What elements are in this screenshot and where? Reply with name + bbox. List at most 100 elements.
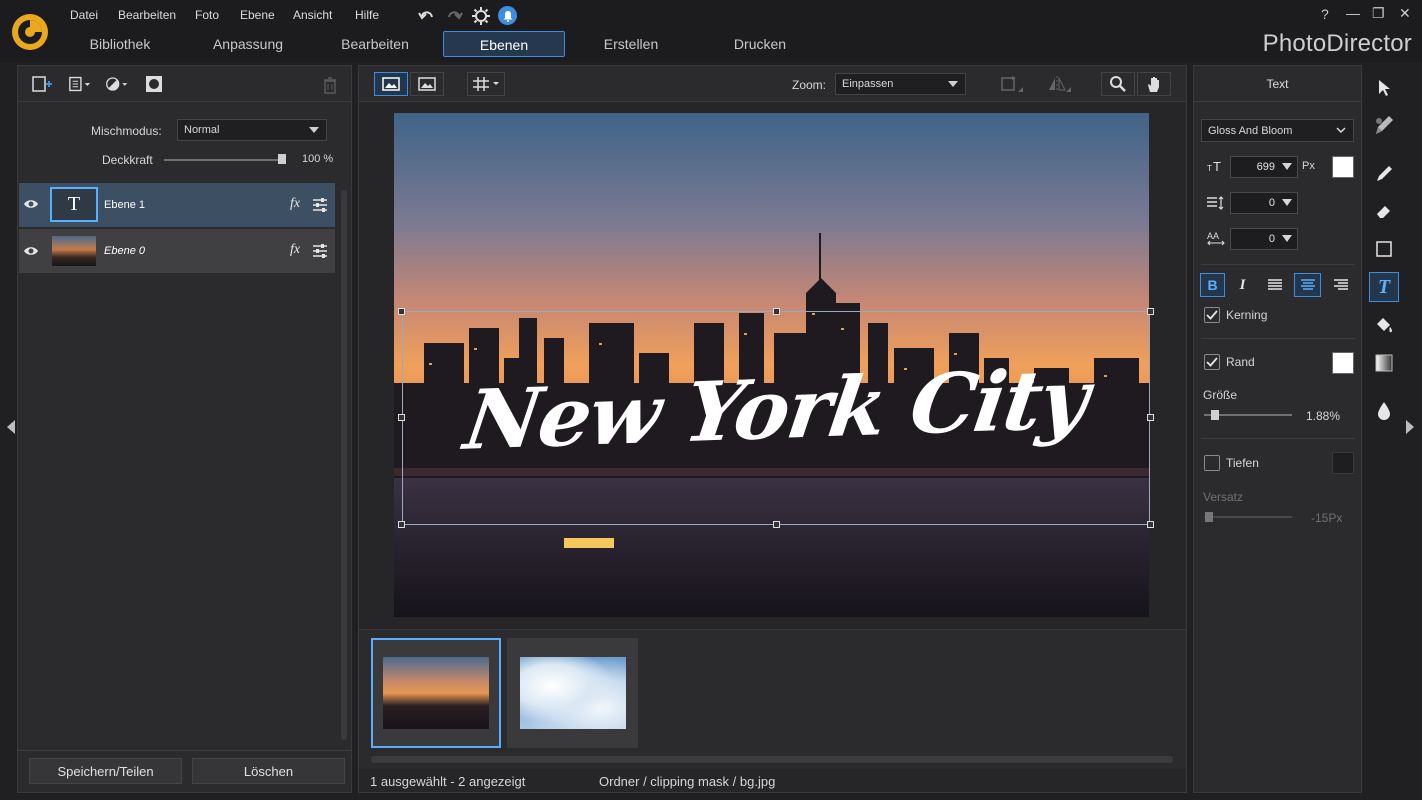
resize-handle[interactable] [773, 521, 780, 528]
collapse-left-panel-icon[interactable] [7, 420, 15, 434]
undo-icon[interactable] [417, 6, 437, 26]
smart-brush-icon[interactable] [1369, 110, 1399, 140]
tab-drucken[interactable]: Drucken [710, 31, 810, 57]
delete-button[interactable]: Löschen [192, 758, 345, 784]
paint-bucket-icon[interactable] [1369, 310, 1399, 340]
border-checkbox[interactable] [1204, 354, 1220, 370]
gradient-icon[interactable] [1369, 348, 1399, 378]
eye-visibility-icon[interactable] [23, 245, 39, 257]
text-layer-thumb-glyph: T [67, 193, 81, 215]
layer-settings-sliders-icon[interactable] [312, 243, 328, 259]
trash-icon[interactable] [318, 73, 342, 97]
zoom-value: Einpassen [842, 78, 894, 90]
text-color-swatch[interactable] [1332, 156, 1354, 178]
settings-gear-icon[interactable] [471, 6, 491, 26]
layer-fx-button[interactable]: fx [290, 242, 300, 258]
collapse-right-panel-icon[interactable] [1406, 420, 1414, 434]
character-spacing-icon: AA [1206, 230, 1226, 246]
font-family-dropdown[interactable]: Gloss And Bloom [1201, 119, 1354, 142]
line-spacing-field[interactable]: 0 [1230, 192, 1298, 214]
italic-button[interactable]: I [1230, 273, 1255, 297]
minimize-button[interactable]: — [1346, 5, 1360, 21]
tab-bearbeiten[interactable]: Bearbeiten [325, 31, 425, 57]
help-button[interactable]: ? [1321, 6, 1329, 22]
blend-mode-dropdown[interactable]: Normal [177, 119, 327, 141]
eraser-icon[interactable] [1369, 196, 1399, 226]
text-bounding-box[interactable] [402, 311, 1150, 525]
menu-foto[interactable]: Foto [195, 8, 219, 22]
align-right-icon[interactable] [1328, 273, 1353, 297]
view-mode-compare-icon[interactable] [410, 72, 444, 96]
layer-settings-sliders-icon[interactable] [312, 197, 328, 213]
shadow-label: Tiefen [1226, 456, 1259, 470]
border-color-swatch[interactable] [1332, 352, 1354, 374]
close-button[interactable]: ✕ [1399, 5, 1411, 22]
eye-visibility-icon[interactable] [23, 198, 39, 210]
tab-erstellen[interactable]: Erstellen [581, 31, 681, 57]
opacity-slider-track[interactable] [164, 159, 282, 161]
blend-mode-value: Normal [184, 124, 220, 136]
zoom-magnifier-icon[interactable] [1101, 72, 1135, 96]
status-selection-count: 1 ausgewählt - 2 angezeigt [370, 774, 526, 789]
shadow-offset-slider-handle[interactable] [1205, 512, 1213, 522]
layer-fx-button[interactable]: fx [290, 196, 300, 212]
grid-overlay-icon[interactable] [467, 72, 505, 96]
add-layer-icon[interactable] [30, 72, 54, 96]
filmstrip-thumb-selected[interactable] [371, 638, 501, 748]
border-size-slider-handle[interactable] [1210, 410, 1219, 420]
shadow-checkbox[interactable] [1204, 455, 1220, 471]
layer-menu-icon[interactable] [68, 72, 92, 96]
resize-handle[interactable] [1147, 521, 1154, 528]
notification-bell-icon[interactable] [498, 6, 517, 25]
resize-handle[interactable] [398, 308, 405, 315]
adjustment-layer-icon[interactable] [105, 72, 129, 96]
align-left-icon[interactable] [1262, 273, 1287, 297]
menu-hilfe[interactable]: Hilfe [355, 8, 379, 22]
font-size-unit: Px [1302, 160, 1315, 172]
menu-bearbeiten[interactable]: Bearbeiten [118, 8, 176, 22]
filmstrip-scrollbar[interactable] [371, 756, 1173, 763]
menu-ansicht[interactable]: Ansicht [293, 8, 332, 22]
blur-drop-icon[interactable] [1369, 396, 1399, 426]
shadow-offset-slider-track[interactable] [1204, 516, 1292, 518]
restore-button[interactable]: ❐ [1372, 5, 1385, 22]
flip-icon[interactable] [1042, 72, 1076, 96]
brush-icon[interactable] [1369, 159, 1399, 189]
resize-handle[interactable] [398, 414, 405, 421]
view-mode-single-icon[interactable] [374, 72, 408, 96]
resize-handle[interactable] [398, 521, 405, 528]
character-spacing-field[interactable]: 0 [1230, 228, 1298, 250]
text-tool-icon[interactable]: T [1369, 272, 1399, 302]
layers-footer-divider [18, 750, 351, 751]
resize-handle[interactable] [1147, 414, 1154, 421]
top-bar: Datei Bearbeiten Foto Ebene Ansicht Hilf… [0, 0, 1422, 62]
border-size-label: Größe [1203, 388, 1238, 402]
kerning-checkbox[interactable] [1204, 307, 1220, 323]
mask-icon[interactable] [142, 72, 166, 96]
svg-text:AA: AA [1207, 231, 1219, 241]
resize-handle[interactable] [1147, 308, 1154, 315]
layers-scrollbar[interactable] [341, 190, 347, 740]
layer-name[interactable]: Ebene 1 [104, 199, 145, 211]
menu-datei[interactable]: Datei [70, 8, 98, 22]
redo-icon[interactable] [444, 6, 464, 26]
zoom-dropdown[interactable]: Einpassen [835, 73, 966, 95]
layer-name[interactable]: Ebene 0 [104, 245, 145, 257]
tab-ebenen[interactable]: Ebenen [443, 31, 565, 57]
tab-bibliothek[interactable]: Bibliothek [70, 31, 170, 57]
opacity-slider-handle[interactable] [278, 154, 286, 164]
menu-ebene[interactable]: Ebene [240, 8, 275, 22]
filmstrip-thumb[interactable] [507, 638, 638, 748]
pan-hand-icon[interactable] [1137, 72, 1171, 96]
resize-handle[interactable] [773, 308, 780, 315]
align-center-icon[interactable] [1294, 273, 1321, 297]
tab-anpassung[interactable]: Anpassung [198, 31, 298, 57]
save-share-button[interactable]: Speichern/Teilen [29, 758, 182, 784]
shadow-color-swatch[interactable] [1332, 452, 1354, 474]
bold-button[interactable]: B [1200, 273, 1225, 297]
rotate-icon[interactable] [994, 72, 1028, 96]
font-size-field[interactable]: 699 [1230, 156, 1298, 178]
rectangle-shape-icon[interactable] [1369, 234, 1399, 264]
select-arrow-icon[interactable] [1369, 73, 1399, 103]
thumb-image-city [383, 657, 489, 729]
